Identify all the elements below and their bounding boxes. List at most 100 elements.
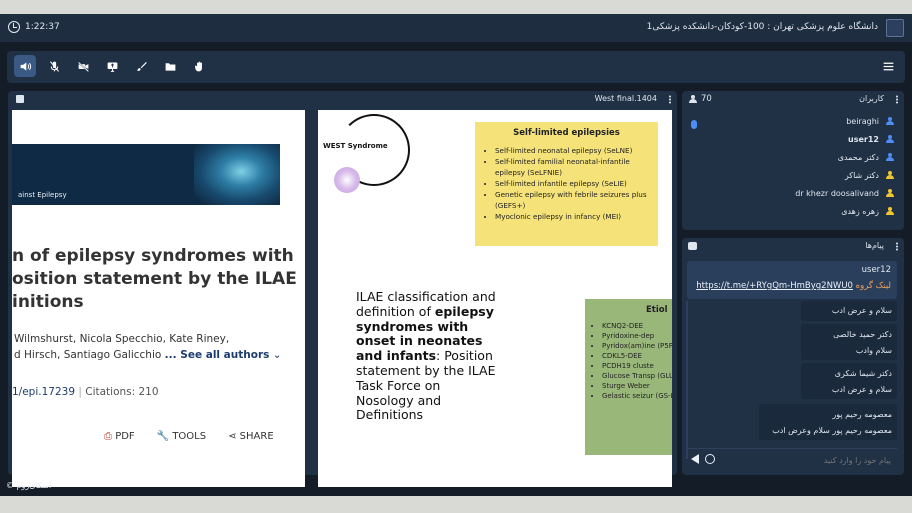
user-icon (885, 170, 894, 180)
share-icon: ⋖ (228, 431, 237, 442)
pdf-action[interactable]: ⎙ PDF (104, 431, 135, 442)
etiology-item: Pyridoxine-dep (602, 331, 672, 341)
users-header: 70 کاربران (682, 91, 904, 108)
session-timer: 1:22:37 (8, 21, 60, 33)
menu-button[interactable] (877, 55, 899, 77)
user-row[interactable]: زهره زهدی (841, 202, 894, 220)
user-name: user12 (848, 134, 879, 144)
chat-title: پیام‌ها (865, 241, 884, 250)
etiology-title: Etiol (646, 305, 668, 315)
microphone-button[interactable] (43, 55, 65, 77)
etiology-item: Glucose Transp (GLUT1DS) (602, 371, 672, 381)
chat-message: سلام و عرض ادب (801, 301, 897, 321)
etiology-list: KCNQ2-DEE Pyridoxine-dep Pyridox(am)ine … (602, 321, 672, 401)
etiology-box: Etiol KCNQ2-DEE Pyridoxine-dep Pyridox(a… (585, 299, 672, 455)
article-title-line: initions (12, 292, 84, 312)
chat-panel: پیام‌ها user12 https://t.me/+RYgQm-HmByg… (682, 238, 904, 475)
user-row[interactable]: دکتر شاکر (845, 166, 894, 184)
user-name: دکتر محمدی (837, 152, 879, 162)
pinned-sender: user12 (861, 265, 891, 275)
chat-icon (688, 242, 697, 250)
etiology-item: KCNQ2-DEE (602, 321, 672, 331)
message-text: معصومه رحیم پور سلام وعرض ادب (772, 426, 892, 435)
user-icon (885, 152, 894, 162)
clock-icon (8, 21, 20, 33)
chevron-down-icon: ⌄ (272, 349, 282, 361)
files-button[interactable] (159, 55, 181, 77)
message-text: سلام وادب (855, 346, 892, 355)
raise-hand-icon (194, 61, 202, 71)
self-limited-item: Self-limited neonatal epilepsy (SeLNE) (495, 145, 652, 156)
users-panel: 70 کاربران beiraghi user12 دکتر محمدی دک… (682, 91, 904, 230)
message-text: سلام و عرض ادب (831, 306, 892, 315)
camera-button[interactable] (72, 55, 94, 77)
pdf-icon: ⎙ (104, 431, 112, 442)
chat-header: پیام‌ها (682, 238, 904, 255)
slide-left-article: ainst Epilepsy n of epilepsy syndromes w… (12, 110, 305, 487)
self-limited-item: Self-limited familial neonatal-infantile… (495, 156, 652, 178)
folder-icon (165, 62, 175, 71)
user-row[interactable]: dr khezr doosalivand (795, 184, 894, 202)
user-count-value: 70 (701, 94, 712, 104)
users-options-icon[interactable] (896, 95, 898, 104)
speaker-button[interactable] (14, 55, 36, 77)
brain-icon (334, 167, 360, 193)
presentation-filename: West final.1404 (594, 94, 657, 103)
etiology-item: Gelastic seizur (GS-HH) (602, 391, 672, 401)
chat-scrollbar[interactable] (686, 301, 688, 459)
user-row[interactable]: user12 (848, 130, 894, 148)
screen-share-button[interactable] (101, 55, 123, 77)
university-logo (886, 19, 904, 37)
article-meta: 1/epi.17239 | Citations: 210 (12, 386, 159, 398)
circle-label: WEST Syndrome (323, 142, 388, 150)
etiology-item: Pyridox(am)ine (P5PD-DEE) (602, 341, 672, 351)
speaking-mic-icon (691, 120, 697, 129)
article-title-line: osition statement by the ILAE (12, 269, 297, 289)
message-sender: دکتر شیما شکری (834, 369, 892, 378)
chat-message: معصومه رحیم پور معصومه رحیم پور سلام وعر… (759, 404, 897, 440)
pinned-message: user12 https://t.me/+RYgQm-HmByg2NWU0 لی… (687, 261, 897, 299)
chat-options-icon[interactable] (896, 242, 898, 251)
pdf-label: PDF (115, 431, 135, 442)
presentation-header: West final.1404 (8, 91, 677, 108)
telegram-link[interactable]: https://t.me/+RYgQm-HmByg2NWU0 (696, 281, 853, 291)
etiology-item: PCDH19 cluste (602, 361, 672, 371)
doi-link[interactable]: 1/epi.17239 (12, 386, 75, 398)
screen-share-icon (107, 61, 117, 72)
self-limited-box: Self-limited epilepsies Self-limited neo… (475, 122, 658, 246)
speaker-icon (20, 61, 31, 71)
self-limited-item: Genetic epilepsy with febrile seizures p… (495, 189, 652, 211)
tools-action[interactable]: 🔧 TOOLS (157, 431, 206, 442)
journal-banner: ainst Epilepsy (12, 144, 280, 205)
document-icon (16, 95, 24, 103)
user-name: دکتر شاکر (844, 170, 879, 180)
chat-input-bar (687, 448, 897, 470)
self-limited-item: Self-limited infantile epilepsy (SeLIE) (495, 178, 652, 189)
share-label: SHARE (239, 431, 274, 442)
article-actions: ⎙ PDF 🔧 TOOLS ⋖ SHARE (104, 431, 274, 442)
user-row[interactable]: beiraghi (846, 112, 894, 130)
session-time: 1:22:37 (25, 22, 60, 32)
control-toolbar (7, 51, 905, 83)
emoji-icon[interactable] (705, 454, 715, 464)
brush-icon (136, 61, 147, 71)
whiteboard-button[interactable] (130, 55, 152, 77)
users-title: کاربران (859, 94, 884, 103)
camera-off-icon (77, 61, 89, 72)
message-sender: دکتر حمید خالصی (833, 330, 892, 339)
brain-image (194, 144, 280, 205)
share-action[interactable]: ⋖ SHARE (228, 431, 274, 442)
user-row[interactable]: دکتر محمدی (838, 148, 894, 166)
message-sender: معصومه رحیم پور (832, 410, 892, 419)
send-icon[interactable] (691, 454, 699, 464)
user-name: beiraghi (846, 116, 879, 126)
self-limited-title: Self-limited epilepsies (513, 128, 620, 138)
presentation-options-icon[interactable] (669, 95, 671, 104)
see-all-authors-link[interactable]: ... See all authors (165, 349, 270, 361)
self-limited-list: Self-limited neonatal epilepsy (SeLNE) S… (495, 145, 652, 222)
banner-text: ainst Epilepsy (18, 191, 67, 199)
chat-input[interactable] (721, 452, 891, 468)
raise-hand-button[interactable] (188, 55, 210, 77)
etiology-item: Sturge Weber (602, 381, 672, 391)
hamburger-icon (883, 62, 893, 70)
